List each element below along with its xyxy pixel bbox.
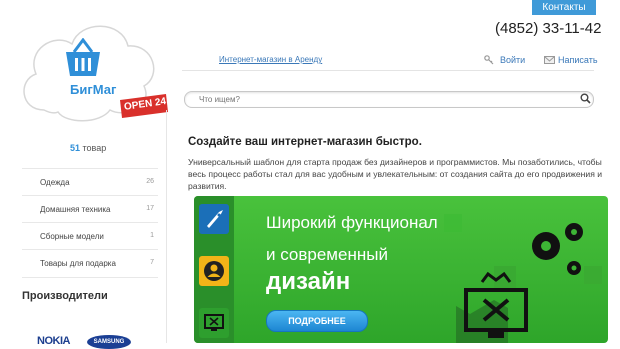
manufacturers-heading: Производители [22,290,108,302]
contacts-tab[interactable]: Контакты [532,0,596,15]
sidebar-item-label: Домашняя техника [40,205,111,214]
monitor-icon [199,308,229,338]
more-button[interactable]: ПОДРОБНЕЕ [266,310,368,332]
page-description: Универсальный шаблон для старта продаж б… [188,157,603,191]
sidebar-item-models[interactable]: Сборные модели 1 [22,222,158,250]
envelope-icon [544,56,555,64]
phone-number: (4852) 33-11-42 [495,20,602,37]
sidebar-item-label: Одежда [40,178,70,187]
banner-line-2: и современный [266,245,388,264]
search-input[interactable] [197,94,571,105]
sidebar-divider [166,110,167,343]
header-divider [182,70,594,71]
basket-icon [66,38,100,76]
banner-illustration [444,214,602,343]
write-link[interactable]: Написать [558,55,598,65]
promo-banner[interactable]: Широкий функционал и современный дизайн … [194,196,608,343]
product-count: 51 товар [70,143,107,153]
brand-nokia[interactable]: NOKIA [37,335,70,347]
key-icon [484,55,494,65]
sidebar-item-label: Сборные модели [40,232,104,241]
sidebar-item-clothes[interactable]: Одежда 26 [22,168,158,196]
sidebar-item-count: 26 [146,178,154,185]
rent-store-link[interactable]: Интернет-магазин в Аренду [219,55,322,64]
search-bar [184,91,594,108]
page-title: Создайте ваш интернет-магазин быстро. [188,136,422,148]
search-icon[interactable] [580,93,591,104]
brand-samsung[interactable]: SAMSUNG [87,335,131,349]
login-link[interactable]: Войти [500,55,525,65]
sidebar-item-home-appliances[interactable]: Домашняя техника 17 [22,195,158,223]
sidebar-item-count: 7 [150,259,154,266]
sidebar-item-label: Товары для подарка [40,259,116,268]
sidebar-item-count: 1 [150,232,154,239]
rocket-icon [199,204,229,234]
banner-line-1: Широкий функционал [266,213,438,232]
sidebar-item-gifts[interactable]: Товары для подарка 7 [22,249,158,278]
user-icon [199,256,229,286]
logo-name[interactable]: БигМаг [70,82,116,97]
sidebar-item-count: 17 [146,205,154,212]
banner-line-3: дизайн [266,268,351,295]
